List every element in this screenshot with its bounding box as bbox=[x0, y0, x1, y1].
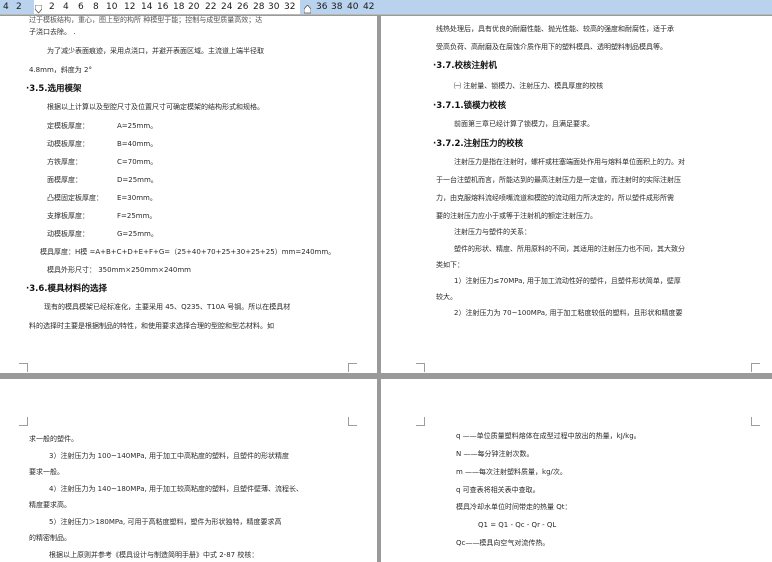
ruler-number: 2 bbox=[49, 2, 55, 12]
text-line: Qc——模具向空气对流传热。 bbox=[456, 539, 550, 547]
plate-value: B=40mm。 bbox=[117, 140, 158, 148]
ruler-number: 8 bbox=[93, 2, 99, 12]
section-heading-3-5: ·3.5.选用模架 bbox=[26, 84, 82, 94]
text-line: 料的选择时主要是根据制品的特性，和使用要求选择合理的型腔和型芯材料。如 bbox=[29, 322, 274, 330]
ruler-number: 36 bbox=[316, 2, 328, 12]
text-line: 注射压力是指在注射时，螺杆或柱塞端面处作用与熔料单位面积上的力。对 bbox=[454, 158, 685, 166]
plate-value: E=30mm。 bbox=[117, 194, 157, 202]
formula-line: Q1 = Q1 - Qc - Qr - QL bbox=[478, 521, 557, 529]
ruler-number: 22 bbox=[205, 2, 217, 12]
text-line: 要求一般。 bbox=[29, 468, 64, 476]
horizontal-ruler[interactable]: 4 2 2 4 6 8 10 12 14 16 18 20 22 24 26 2… bbox=[0, 0, 772, 15]
text-line: m ——每次注射塑料质量，kg/次。 bbox=[456, 468, 567, 476]
text-line: 现有的模具模架已经标准化，主要采用 45、Q235、T10A 号钢。所以在模具材 bbox=[44, 303, 291, 311]
ruler-number: 20 bbox=[188, 2, 200, 12]
text-line: 要的注射压力应小于或等于注射机的额定注射压力。 bbox=[436, 212, 597, 220]
ruler-number: 4 bbox=[3, 2, 9, 12]
ruler-number: 42 bbox=[363, 2, 375, 12]
text-line: 4）注射压力为 140~180MPa, 用于加工较高粘度的塑料，且塑件壁薄、流程… bbox=[49, 485, 303, 493]
document-page-1[interactable]: 过于模板结构，重心，图上型的构所 种模型于能；控制与成型质量高效；达 子浇口去除… bbox=[0, 16, 377, 373]
text-line: 4.8mm，斜度为 2° bbox=[29, 66, 92, 74]
ruler-number: 12 bbox=[124, 2, 136, 12]
document-page-4[interactable]: q ——单位质量塑料熔体在成型过程中放出的热量，kJ/kg。 N ——每分钟注射… bbox=[381, 379, 772, 562]
margin-corner-mark bbox=[751, 417, 760, 426]
text-line: 3）注射压力为 100~140MPa, 用于加工中高粘度的塑料，且塑件的形状精度 bbox=[49, 452, 289, 460]
text-line: 模具外形尺寸： 350mm×250mm×240mm bbox=[47, 266, 191, 274]
text-line: 前面第三章已经计算了锁模力，且满足要求。 bbox=[454, 120, 594, 128]
ruler-number: 24 bbox=[221, 2, 233, 12]
text-line: 为了减少表面痕迹，采用点浇口，并避开表面区域。主流道上端半径取 bbox=[47, 47, 264, 55]
plate-value: C=70mm。 bbox=[117, 158, 158, 166]
section-heading-3-6: ·3.6.模具材料的选择 bbox=[26, 284, 108, 294]
text-line: 力，由克服熔料流经喷嘴流道和模腔的流动阻力所决定的，所以塑件成形所需 bbox=[436, 194, 674, 202]
ruler-number: 38 bbox=[331, 2, 343, 12]
text-line: ㈠ 注射量、锁模力、注射压力、模具厚度的校核 bbox=[454, 82, 604, 90]
text-line: 2）注射压力为 70~100MPa, 用于加工粘度较低的塑料，且形状和精度要 bbox=[454, 309, 683, 317]
text-line: 根据以上计算以及型腔尺寸及位置尺寸可确定模架的结构形式和规格。 bbox=[47, 103, 264, 111]
ruler-number: 4 bbox=[63, 2, 69, 12]
plate-label: 方铁厚度： bbox=[47, 158, 82, 166]
text-line: 模具冷却水单位时间带走的热量 Qt： bbox=[456, 503, 572, 511]
section-heading-3-7-1: ·3.7.1.锁模力校核 bbox=[433, 101, 507, 111]
text-line: 于一台注塑机而言，所能达到的最高注射压力是一定值，而注射时的实际注射压 bbox=[436, 176, 681, 184]
first-line-indent-marker[interactable] bbox=[35, 5, 42, 14]
ruler-number: 26 bbox=[237, 2, 249, 12]
plate-label: 动模板厚度： bbox=[47, 230, 89, 238]
text-line: 注射压力与塑件的关系： bbox=[454, 228, 531, 236]
ruler-number: 30 bbox=[268, 2, 280, 12]
text-line: q ——单位质量塑料熔体在成型过程中放出的热量，kJ/kg。 bbox=[456, 432, 641, 440]
text-line: 精度要求高。 bbox=[29, 501, 71, 509]
ruler-number: 2 bbox=[16, 2, 22, 12]
text-line: 的精密制品。 bbox=[29, 534, 71, 542]
text-line: 5）注射压力＞180MPa, 可用于高粘度塑料，塑件为形状独特，精度要求高 bbox=[49, 518, 282, 526]
margin-corner-mark bbox=[348, 363, 357, 372]
text-line: 根据以上原则并参考《模具设计与制造简明手册》中式 2-87 校核： bbox=[49, 551, 259, 559]
ruler-number: 6 bbox=[78, 2, 84, 12]
margin-corner-mark bbox=[19, 417, 28, 426]
text-line: 塑件的形状、精度、所用原料的不同，其适用的注射压力也不同，其大致分 bbox=[454, 245, 685, 253]
ruler-number: 40 bbox=[347, 2, 359, 12]
ruler-number: 10 bbox=[106, 2, 118, 12]
plate-label: 支撑板厚度： bbox=[47, 212, 89, 220]
plate-label: 动模板厚度： bbox=[47, 140, 89, 148]
document-page-2[interactable]: 线热处理后，具有优良的耐磨性能、抛光性能、较高的强度和耐腐性，适于承 受高负荷、… bbox=[381, 16, 772, 373]
text-line: 子浇口去除。 . bbox=[29, 28, 76, 36]
plate-value: A=25mm。 bbox=[117, 122, 158, 130]
text-line: 模具厚度：H模 =A+B+C+D+E+F+G=（25+40+70+25+30+2… bbox=[40, 248, 336, 256]
text-line: q 可查表将相关表中查取。 bbox=[456, 486, 540, 494]
plate-value: D=25mm。 bbox=[117, 176, 158, 184]
margin-corner-mark bbox=[751, 363, 760, 372]
plate-label: 定模板厚度： bbox=[47, 122, 89, 130]
margin-corner-mark bbox=[416, 363, 425, 372]
text-line: 线热处理后，具有优良的耐磨性能、抛光性能、较高的强度和耐腐性，适于承 bbox=[436, 25, 674, 33]
margin-corner-mark bbox=[19, 363, 28, 372]
plate-label: 面模厚度： bbox=[47, 176, 82, 184]
section-heading-3-7: ·3.7.校核注射机 bbox=[433, 61, 498, 71]
plate-value: F=25mm。 bbox=[117, 212, 157, 220]
text-line: N ——每分钟注射次数。 bbox=[456, 450, 534, 458]
margin-corner-mark bbox=[348, 417, 357, 426]
text-line: 过于模板结构，重心，图上型的构所 种模型于能；控制与成型质量高效；达 bbox=[29, 16, 263, 24]
ruler-number: 32 bbox=[284, 2, 296, 12]
text-line: 受高负荷、高耐磨及在腐蚀介质作用下的塑料模具、透明塑料制品模具等。 bbox=[436, 43, 667, 51]
ruler-number: 18 bbox=[173, 2, 185, 12]
plate-label: 凸模固定板厚度： bbox=[47, 194, 103, 202]
plate-value: G=25mm。 bbox=[117, 230, 158, 238]
document-page-3[interactable]: 求一般的塑件。 3）注射压力为 100~140MPa, 用于加工中高粘度的塑料，… bbox=[0, 379, 377, 562]
ruler-number: 14 bbox=[141, 2, 153, 12]
section-heading-3-7-2: ·3.7.2.注射压力的校核 bbox=[433, 139, 524, 149]
margin-corner-mark bbox=[416, 417, 425, 426]
text-line: 求一般的塑件。 bbox=[29, 435, 78, 443]
ruler-number: 28 bbox=[253, 2, 265, 12]
text-line: 较大。 bbox=[436, 293, 457, 301]
right-indent-marker[interactable] bbox=[304, 5, 311, 14]
ruler-number: 16 bbox=[157, 2, 169, 12]
text-line: 1）注射压力≤70MPa, 用于加工流动性好的塑件，且塑件形状简单，壁厚 bbox=[454, 277, 681, 285]
text-line: 类如下： bbox=[436, 261, 464, 269]
